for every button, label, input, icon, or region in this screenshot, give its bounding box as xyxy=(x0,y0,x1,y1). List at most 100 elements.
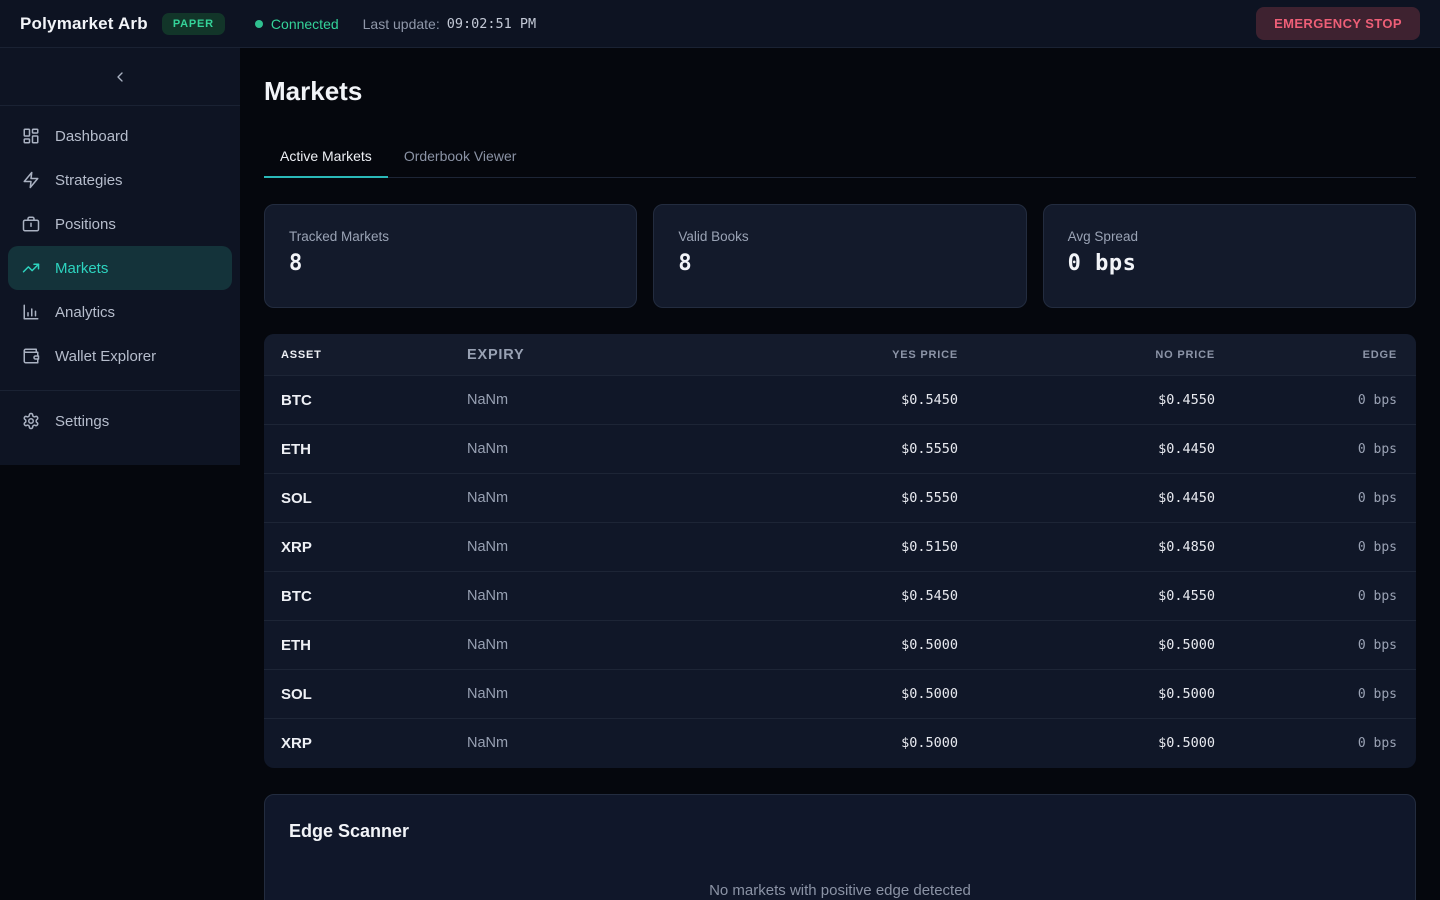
lightning-icon xyxy=(22,171,40,189)
cell-edge: 0 bps xyxy=(1215,719,1416,768)
cell-expiry: NaNm xyxy=(467,376,704,425)
app-title: Polymarket Arb xyxy=(20,14,148,34)
edge-scanner-title: Edge Scanner xyxy=(289,821,1391,842)
cell-yes-price: $0.5150 xyxy=(704,523,958,572)
sidebar-nav-bottom: Settings xyxy=(0,399,240,453)
cell-no-price: $0.4550 xyxy=(958,376,1215,425)
table-header-row: ASSET EXPIRY YES PRICE NO PRICE EDGE xyxy=(264,334,1416,376)
cell-yes-price: $0.5450 xyxy=(704,376,958,425)
sidebar-item-dashboard[interactable]: Dashboard xyxy=(8,114,232,158)
stat-cards: Tracked Markets 8 Valid Books 8 Avg Spre… xyxy=(264,204,1416,308)
sidebar-item-label: Strategies xyxy=(55,172,123,189)
table-row[interactable]: SOLNaNm$0.5000$0.50000 bps xyxy=(264,670,1416,719)
cell-no-price: $0.4450 xyxy=(958,425,1215,474)
connection-label: Connected xyxy=(271,16,339,32)
main-content: Markets Active Markets Orderbook Viewer … xyxy=(240,48,1440,900)
stat-card-tracked-markets: Tracked Markets 8 xyxy=(264,204,637,308)
sidebar-item-label: Analytics xyxy=(55,304,115,321)
table-row[interactable]: BTCNaNm$0.5450$0.45500 bps xyxy=(264,572,1416,621)
cell-asset: BTC xyxy=(264,572,467,621)
sidebar: Dashboard Strategies Positions Markets xyxy=(0,48,240,465)
sidebar-item-markets[interactable]: Markets xyxy=(8,246,232,290)
column-header-asset: ASSET xyxy=(264,334,467,376)
stat-card-avg-spread: Avg Spread 0 bps xyxy=(1043,204,1416,308)
stat-value: 8 xyxy=(289,251,612,276)
cell-no-price: $0.5000 xyxy=(958,719,1215,768)
sidebar-item-wallet-explorer[interactable]: Wallet Explorer xyxy=(8,334,232,378)
cell-no-price: $0.4450 xyxy=(958,474,1215,523)
tab-bar: Active Markets Orderbook Viewer xyxy=(264,139,1416,178)
cell-edge: 0 bps xyxy=(1215,425,1416,474)
paper-mode-badge: PAPER xyxy=(162,13,225,35)
sidebar-item-label: Wallet Explorer xyxy=(55,348,156,365)
cell-yes-price: $0.5550 xyxy=(704,425,958,474)
sidebar-item-label: Positions xyxy=(55,216,116,233)
cell-edge: 0 bps xyxy=(1215,523,1416,572)
cell-edge: 0 bps xyxy=(1215,474,1416,523)
top-bar: Polymarket Arb PAPER Connected Last upda… xyxy=(0,0,1440,48)
cell-asset: ETH xyxy=(264,425,467,474)
cell-no-price: $0.5000 xyxy=(958,670,1215,719)
stat-value: 0 bps xyxy=(1068,251,1391,276)
sidebar-item-label: Settings xyxy=(55,413,109,430)
cell-expiry: NaNm xyxy=(467,572,704,621)
table-row[interactable]: XRPNaNm$0.5000$0.50000 bps xyxy=(264,719,1416,768)
sidebar-item-label: Dashboard xyxy=(55,128,128,145)
edge-scanner-panel: Edge Scanner No markets with positive ed… xyxy=(264,794,1416,900)
page-title: Markets xyxy=(264,76,1416,107)
cell-asset: XRP xyxy=(264,719,467,768)
gear-icon xyxy=(22,412,40,430)
table-row[interactable]: ETHNaNm$0.5550$0.44500 bps xyxy=(264,425,1416,474)
stat-value: 8 xyxy=(678,251,1001,276)
sidebar-item-label: Markets xyxy=(55,260,108,277)
table-row[interactable]: BTCNaNm$0.5450$0.45500 bps xyxy=(264,376,1416,425)
connection-dot-icon xyxy=(255,20,263,28)
cell-no-price: $0.5000 xyxy=(958,621,1215,670)
cell-expiry: NaNm xyxy=(467,425,704,474)
stat-label: Tracked Markets xyxy=(289,229,612,244)
sidebar-divider xyxy=(0,390,240,391)
column-header-expiry: EXPIRY xyxy=(467,334,704,376)
cell-expiry: NaNm xyxy=(467,474,704,523)
cell-asset: SOL xyxy=(264,474,467,523)
dashboard-icon xyxy=(22,127,40,145)
tab-orderbook-viewer[interactable]: Orderbook Viewer xyxy=(388,139,533,178)
cell-expiry: NaNm xyxy=(467,670,704,719)
tab-active-markets[interactable]: Active Markets xyxy=(264,139,388,178)
column-header-edge: EDGE xyxy=(1215,334,1416,376)
trending-up-icon xyxy=(22,259,40,277)
sidebar-item-positions[interactable]: Positions xyxy=(8,202,232,246)
sidebar-nav: Dashboard Strategies Positions Markets xyxy=(0,106,240,388)
cell-asset: BTC xyxy=(264,376,467,425)
cell-asset: ETH xyxy=(264,621,467,670)
cell-edge: 0 bps xyxy=(1215,670,1416,719)
sidebar-item-strategies[interactable]: Strategies xyxy=(8,158,232,202)
cell-edge: 0 bps xyxy=(1215,376,1416,425)
cell-edge: 0 bps xyxy=(1215,572,1416,621)
last-update-label: Last update: xyxy=(363,16,440,32)
edge-scanner-empty-message: No markets with positive edge detected xyxy=(289,882,1391,899)
table-row[interactable]: SOLNaNm$0.5550$0.44500 bps xyxy=(264,474,1416,523)
cell-yes-price: $0.5450 xyxy=(704,572,958,621)
wallet-icon xyxy=(22,347,40,365)
connection-status: Connected xyxy=(255,16,339,32)
column-header-yes-price: YES PRICE xyxy=(704,334,958,376)
sidebar-item-analytics[interactable]: Analytics xyxy=(8,290,232,334)
sidebar-item-settings[interactable]: Settings xyxy=(8,399,232,443)
table-row[interactable]: ETHNaNm$0.5000$0.50000 bps xyxy=(264,621,1416,670)
stat-card-valid-books: Valid Books 8 xyxy=(653,204,1026,308)
emergency-stop-button[interactable]: EMERGENCY STOP xyxy=(1256,7,1420,40)
stat-label: Valid Books xyxy=(678,229,1001,244)
table-row[interactable]: XRPNaNm$0.5150$0.48500 bps xyxy=(264,523,1416,572)
bar-chart-icon xyxy=(22,303,40,321)
markets-table: ASSET EXPIRY YES PRICE NO PRICE EDGE BTC… xyxy=(264,334,1416,768)
cell-no-price: $0.4850 xyxy=(958,523,1215,572)
cell-edge: 0 bps xyxy=(1215,621,1416,670)
briefcase-icon xyxy=(22,215,40,233)
last-update: Last update: 09:02:51 PM xyxy=(363,16,536,32)
sidebar-collapse-button[interactable] xyxy=(106,63,134,91)
markets-table-body: BTCNaNm$0.5450$0.45500 bpsETHNaNm$0.5550… xyxy=(264,376,1416,768)
cell-expiry: NaNm xyxy=(467,523,704,572)
chevron-left-icon xyxy=(112,69,128,85)
cell-yes-price: $0.5000 xyxy=(704,621,958,670)
